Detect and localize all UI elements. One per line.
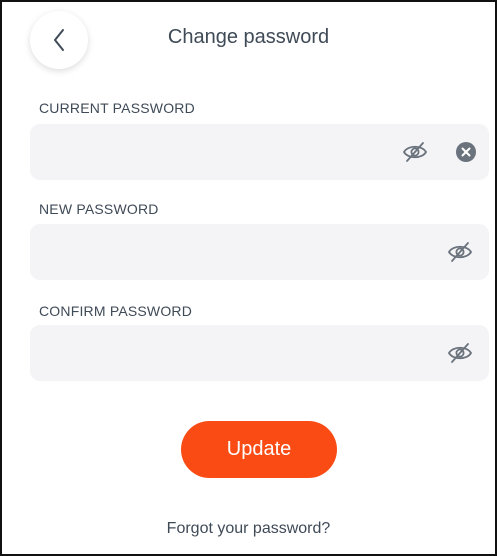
eye-off-icon[interactable]: [447, 342, 473, 364]
confirm-password-label: CONFIRM PASSWORD: [39, 303, 193, 319]
page-title: Change password: [167, 26, 330, 48]
update-button[interactable]: Update: [181, 421, 337, 478]
forgot-password-link[interactable]: Forgot your password?: [2, 518, 495, 540]
confirm-password-field[interactable]: [30, 325, 489, 381]
new-password-field[interactable]: [30, 224, 489, 280]
current-password-field[interactable]: [30, 124, 489, 180]
new-password-input[interactable]: [42, 224, 382, 280]
current-password-label: CURRENT PASSWORD: [39, 100, 195, 116]
new-password-label: NEW PASSWORD: [39, 201, 159, 217]
current-password-input[interactable]: [42, 124, 382, 180]
clear-icon[interactable]: [456, 142, 476, 162]
change-password-screen: Change password CURRENT PASSWORD NEW PAS…: [0, 0, 497, 556]
eye-off-icon[interactable]: [402, 141, 428, 163]
confirm-password-input[interactable]: [42, 325, 382, 381]
eye-off-icon[interactable]: [447, 241, 473, 263]
